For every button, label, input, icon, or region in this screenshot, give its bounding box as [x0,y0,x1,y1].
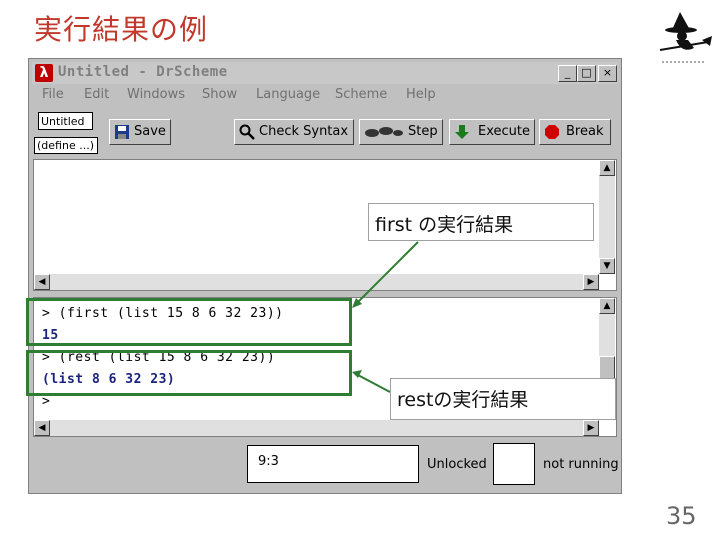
callout-arrows [352,241,419,393]
rest-callout: restの実行結果 [390,378,616,420]
page-number: 35 [666,502,697,530]
first-callout: first の実行結果 [368,203,594,241]
